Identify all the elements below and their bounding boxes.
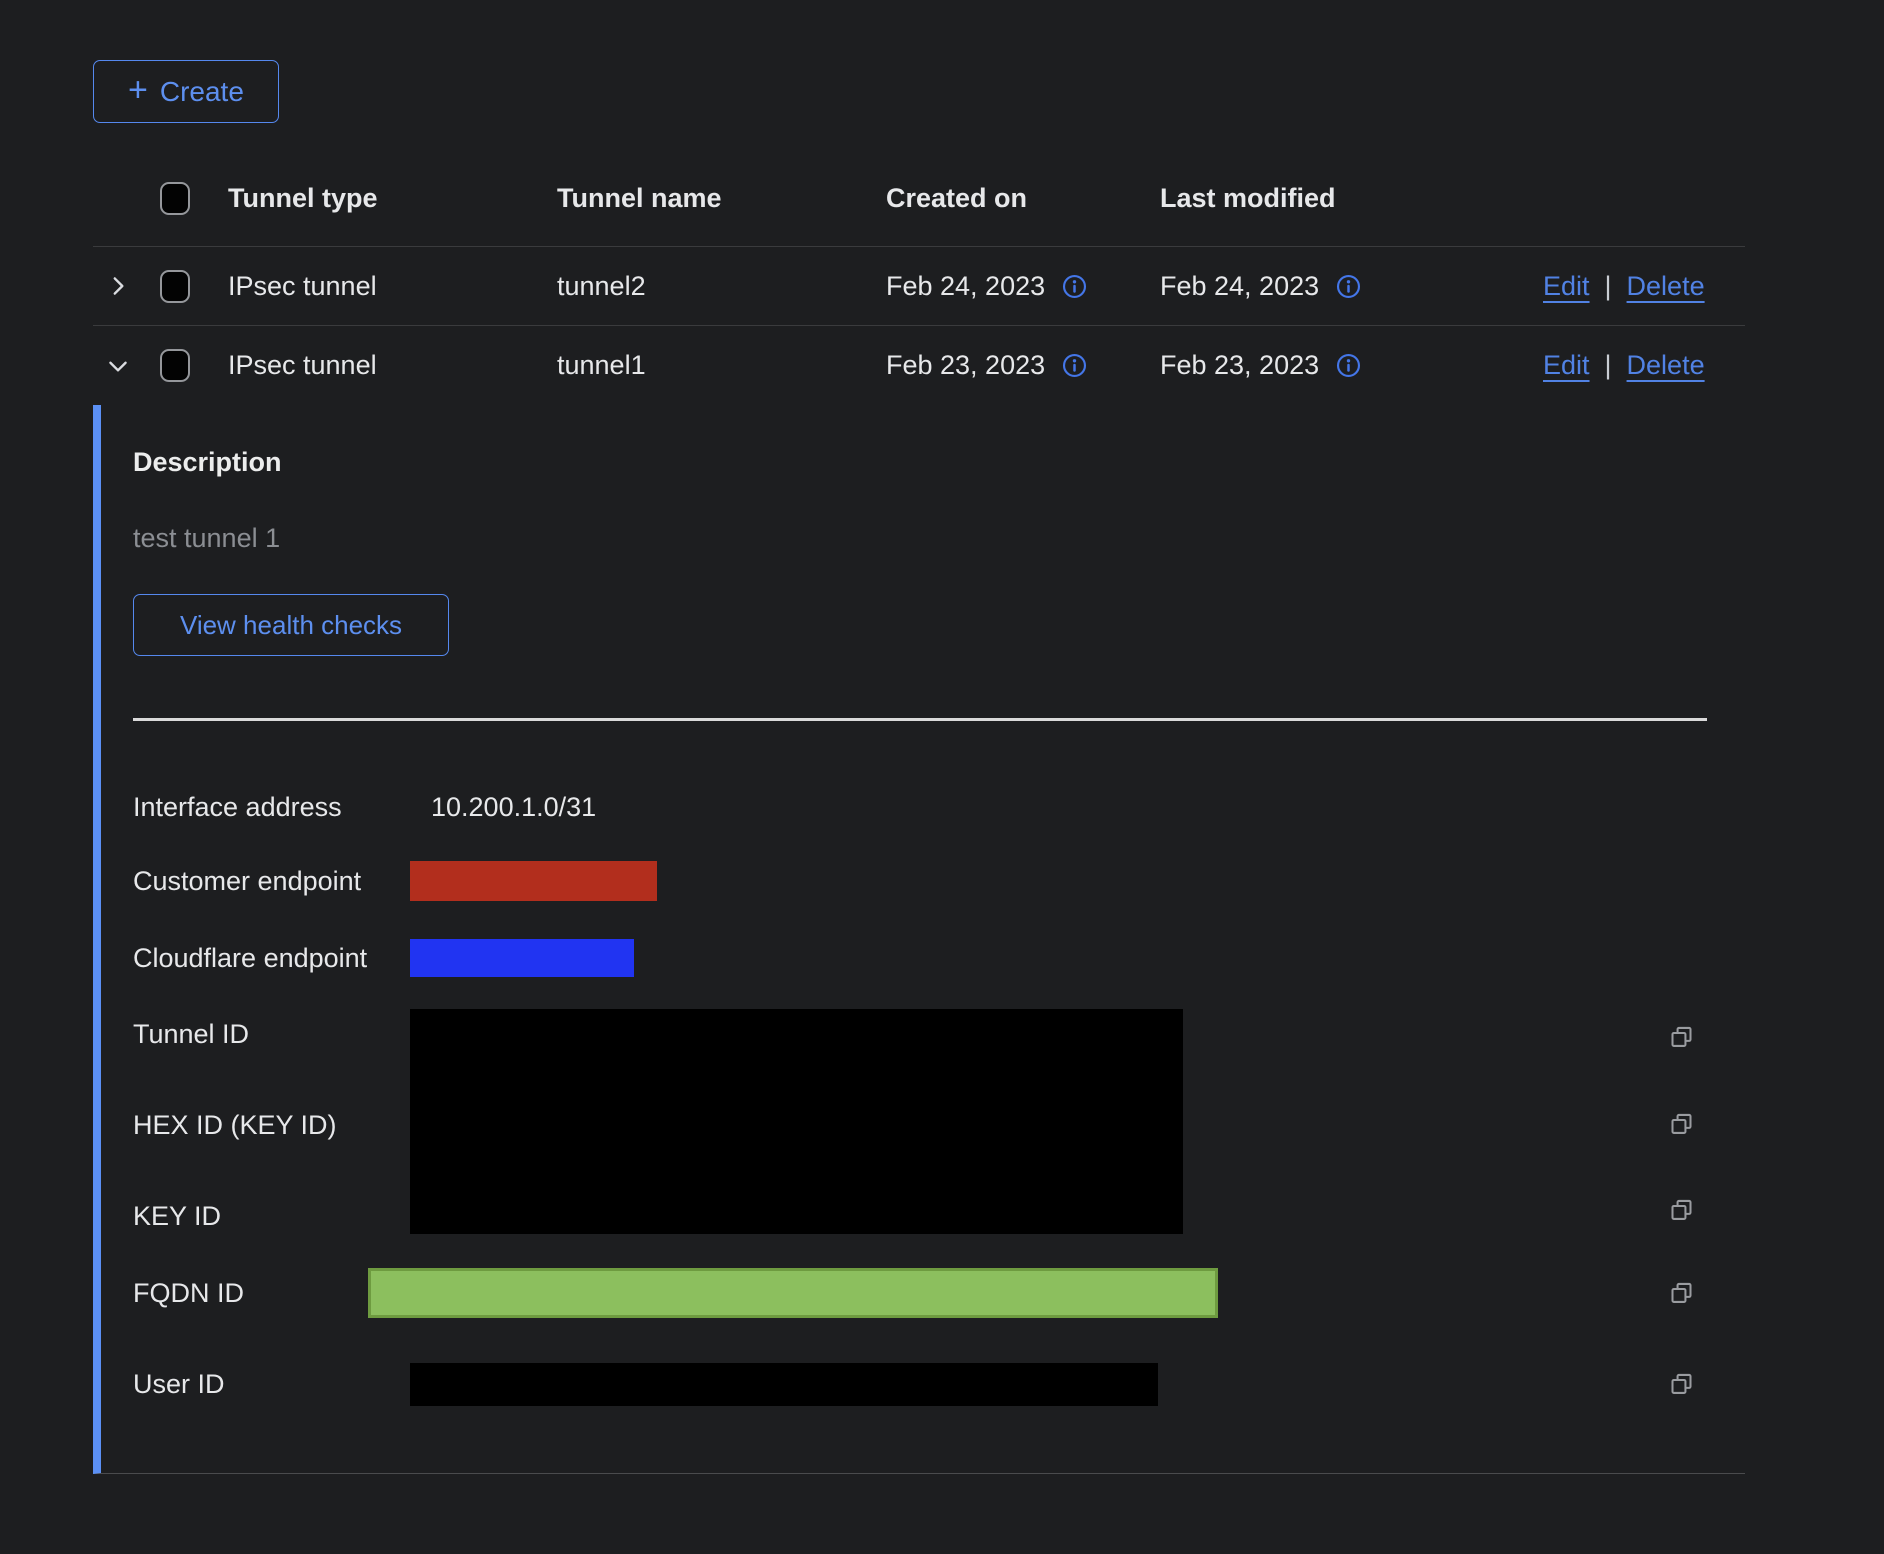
redacted-value-green xyxy=(368,1268,1218,1318)
tunnel-type-cell: IPsec tunnel xyxy=(228,271,557,302)
field-label: Cloudflare endpoint xyxy=(133,943,410,974)
select-all-checkbox[interactable] xyxy=(160,182,190,215)
redacted-value-black xyxy=(410,1009,1183,1234)
redacted-value-red xyxy=(410,861,657,901)
row-checkbox[interactable] xyxy=(160,270,190,303)
last-modified-cell: Feb 24, 2023 xyxy=(1160,271,1319,302)
row-checkbox[interactable] xyxy=(160,349,190,382)
delete-link[interactable]: Delete xyxy=(1627,350,1705,381)
redacted-value-black xyxy=(410,1363,1158,1406)
info-icon[interactable] xyxy=(1061,273,1088,300)
info-icon[interactable] xyxy=(1061,352,1088,379)
view-health-checks-button[interactable]: View health checks xyxy=(133,594,449,656)
tunnels-table: Tunnel type Tunnel name Created on Last … xyxy=(93,150,1745,405)
table-row: IPsec tunnel tunnel1 Feb 23, 2023 Feb 23… xyxy=(93,326,1745,405)
redacted-value-blue xyxy=(410,939,634,977)
interface-address-value: 10.200.1.0/31 xyxy=(410,792,596,823)
action-separator: | xyxy=(1605,350,1612,381)
interface-address-row: Interface address 10.200.1.0/31 xyxy=(133,783,1745,831)
tunnel-name-cell: tunnel2 xyxy=(557,271,886,302)
table-row: IPsec tunnel tunnel2 Feb 24, 2023 Feb 24… xyxy=(93,247,1745,326)
edit-link[interactable]: Edit xyxy=(1543,271,1590,302)
info-icon[interactable] xyxy=(1335,352,1362,379)
table-header-row: Tunnel type Tunnel name Created on Last … xyxy=(93,150,1745,247)
expanded-tunnel-panel: Description test tunnel 1 View health ch… xyxy=(93,405,1745,1474)
last-modified-cell: Feb 23, 2023 xyxy=(1160,350,1319,381)
col-header-tunnel-name: Tunnel name xyxy=(557,183,886,214)
copy-icon[interactable] xyxy=(1668,1024,1695,1051)
field-label: User ID xyxy=(133,1369,410,1400)
field-label: Interface address xyxy=(133,792,410,823)
info-icon[interactable] xyxy=(1335,273,1362,300)
chevron-right-icon[interactable] xyxy=(105,273,131,299)
field-label: Customer endpoint xyxy=(133,866,410,897)
edit-link[interactable]: Edit xyxy=(1543,350,1590,381)
customer-endpoint-row: Customer endpoint xyxy=(133,861,1745,901)
plus-icon: + xyxy=(128,73,148,107)
fqdn-id-row: FQDN ID xyxy=(133,1268,1745,1318)
field-label: KEY ID xyxy=(133,1201,410,1232)
tunnel-type-cell: IPsec tunnel xyxy=(228,350,557,381)
field-label: HEX ID (KEY ID) xyxy=(133,1110,410,1141)
tunnel-name-cell: tunnel1 xyxy=(557,350,886,381)
chevron-down-icon[interactable] xyxy=(105,353,131,379)
col-header-last-modified: Last modified xyxy=(1160,183,1540,214)
create-button-label: Create xyxy=(160,76,244,108)
col-header-tunnel-type: Tunnel type xyxy=(228,183,557,214)
copy-icon[interactable] xyxy=(1668,1280,1695,1307)
field-label: Tunnel ID xyxy=(133,1019,410,1050)
col-header-created-on: Created on xyxy=(886,183,1160,214)
delete-link[interactable]: Delete xyxy=(1627,271,1705,302)
tunnel-ids-group: Tunnel ID HEX ID (KEY ID) KEY ID xyxy=(133,1009,1745,1234)
created-on-cell: Feb 24, 2023 xyxy=(886,271,1045,302)
action-separator: | xyxy=(1605,271,1612,302)
description-heading: Description xyxy=(133,447,1745,478)
create-button[interactable]: + Create xyxy=(93,60,279,123)
copy-icon[interactable] xyxy=(1668,1197,1695,1224)
created-on-cell: Feb 23, 2023 xyxy=(886,350,1045,381)
user-id-row: User ID xyxy=(133,1363,1745,1406)
copy-icon[interactable] xyxy=(1668,1371,1695,1398)
section-divider xyxy=(133,718,1707,721)
cloudflare-endpoint-row: Cloudflare endpoint xyxy=(133,939,1745,977)
description-value: test tunnel 1 xyxy=(133,523,1745,554)
copy-icon[interactable] xyxy=(1668,1111,1695,1138)
